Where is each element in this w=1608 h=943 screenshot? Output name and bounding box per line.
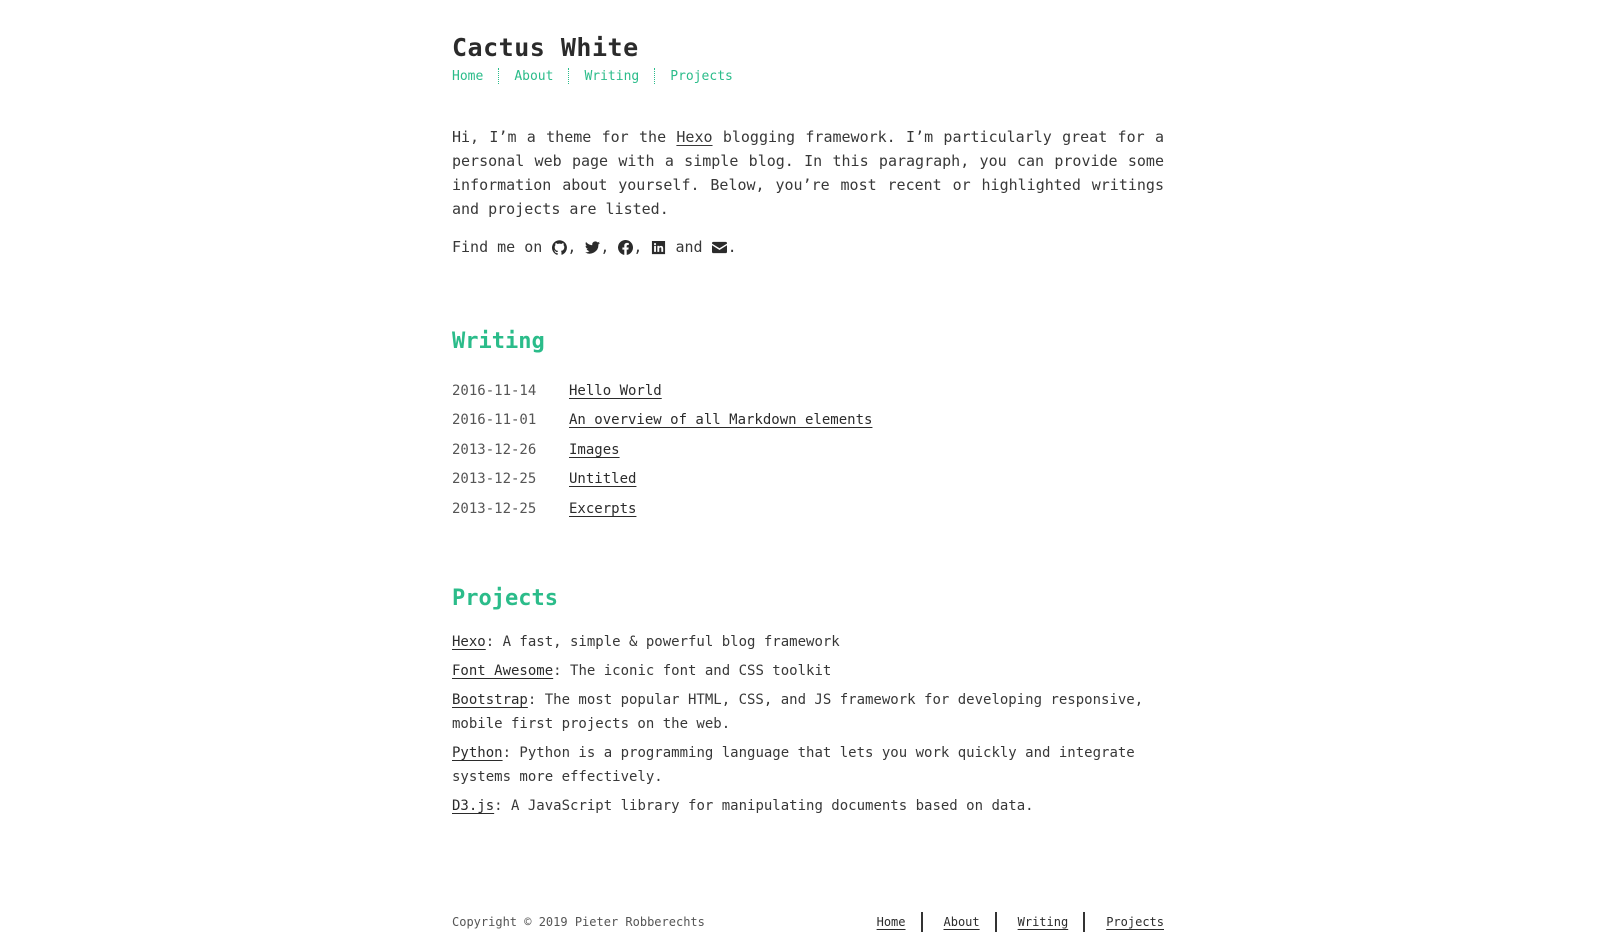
- copyright-text: Copyright © 2019 Pieter Robberechts: [452, 915, 705, 929]
- envelope-icon[interactable]: [712, 239, 728, 255]
- post-item: 2016-11-01 An overview of all Markdown e…: [452, 406, 1164, 436]
- intro-paragraph: Hi, I’m a theme for the Hexo blogging fr…: [452, 125, 1164, 221]
- post-date: 2013-12-26: [452, 441, 537, 458]
- site-footer: Copyright © 2019 Pieter Robberechts Home…: [452, 912, 1164, 932]
- footer-nav-home[interactable]: Home: [877, 915, 906, 929]
- projects-heading: Projects: [452, 585, 558, 611]
- project-link[interactable]: Python: [452, 745, 503, 761]
- post-item: 2013-12-25 Excerpts: [452, 494, 1164, 524]
- post-list: 2016-11-14 Hello World 2016-11-01 An ove…: [452, 376, 1164, 524]
- nav-about[interactable]: About: [514, 69, 553, 84]
- post-title-link[interactable]: Untitled: [569, 471, 636, 487]
- footer-nav: Home About Writing Projects: [877, 912, 1164, 932]
- intro-text-before: Hi, I’m a theme for the: [452, 128, 677, 146]
- footer-nav-projects[interactable]: Projects: [1106, 915, 1164, 929]
- footer-nav-writing[interactable]: Writing: [1018, 915, 1069, 929]
- post-date: 2013-12-25: [452, 500, 537, 517]
- post-title-link[interactable]: Excerpts: [569, 501, 636, 517]
- project-item: Font Awesome: The iconic font and CSS to…: [452, 659, 1164, 683]
- twitter-icon[interactable]: [584, 239, 600, 255]
- footer-nav-divider: [1083, 912, 1086, 932]
- separator-comma: ,: [633, 238, 643, 256]
- post-date: 2013-12-25: [452, 471, 537, 488]
- project-item: D3.js: A JavaScript library for manipula…: [452, 794, 1164, 818]
- project-description: : Python is a programming language that …: [452, 744, 1135, 785]
- and-label: and: [666, 238, 712, 256]
- nav-projects[interactable]: Projects: [670, 69, 733, 84]
- post-item: 2013-12-26 Images: [452, 435, 1164, 465]
- post-title-link[interactable]: Hello World: [569, 383, 662, 399]
- separator-comma: ,: [600, 238, 610, 256]
- site-title[interactable]: Cactus White: [452, 31, 1164, 65]
- post-item: 2013-12-25 Untitled: [452, 465, 1164, 495]
- facebook-icon[interactable]: [617, 239, 633, 255]
- separator-comma: ,: [567, 238, 577, 256]
- project-description: : A fast, simple & powerful blog framewo…: [485, 633, 840, 650]
- top-nav: Home About Writing Projects: [452, 66, 1164, 86]
- project-item: Python: Python is a programming language…: [452, 741, 1164, 789]
- projects-section: Projects Hexo: A fast, simple & powerful…: [452, 584, 1164, 818]
- nav-divider: [498, 68, 500, 84]
- page-container: Cactus White Home About Writing Projects…: [452, 0, 1164, 823]
- project-description: : The most popular HTML, CSS, and JS fra…: [452, 691, 1144, 732]
- site-header: Cactus White Home About Writing Projects: [452, 0, 1164, 86]
- project-description: : The iconic font and CSS toolkit: [553, 662, 832, 679]
- nav-home[interactable]: Home: [452, 69, 483, 84]
- intro-section: Hi, I’m a theme for the Hexo blogging fr…: [452, 125, 1164, 259]
- project-list: Hexo: A fast, simple & powerful blog fra…: [452, 630, 1164, 818]
- footer-nav-divider: [920, 912, 923, 932]
- social-links: Find me on , , , and .: [452, 235, 1164, 259]
- intro-hexo-link[interactable]: Hexo: [676, 128, 712, 146]
- project-description: : A JavaScript library for manipulating …: [494, 797, 1034, 814]
- nav-writing[interactable]: Writing: [584, 69, 639, 84]
- project-link[interactable]: Font Awesome: [452, 663, 553, 679]
- post-item: 2016-11-14 Hello World: [452, 376, 1164, 406]
- project-link[interactable]: D3.js: [452, 798, 494, 814]
- project-link[interactable]: Bootstrap: [452, 692, 528, 708]
- github-icon[interactable]: [551, 239, 567, 255]
- nav-divider: [568, 68, 570, 84]
- nav-divider: [654, 68, 656, 84]
- project-item: Hexo: A fast, simple & powerful blog fra…: [452, 630, 1164, 654]
- linkedin-icon[interactable]: [650, 239, 666, 255]
- post-date: 2016-11-14: [452, 382, 537, 399]
- post-title-link[interactable]: An overview of all Markdown elements: [569, 412, 872, 428]
- project-item: Bootstrap: The most popular HTML, CSS, a…: [452, 688, 1164, 736]
- post-title-link[interactable]: Images: [569, 442, 620, 458]
- footer-nav-about[interactable]: About: [944, 915, 980, 929]
- writing-section: Writing 2016-11-14 Hello World 2016-11-0…: [452, 327, 1164, 524]
- period: .: [727, 238, 737, 256]
- find-me-label: Find me on: [452, 238, 552, 256]
- project-link[interactable]: Hexo: [452, 634, 486, 650]
- post-date: 2016-11-01: [452, 412, 537, 429]
- writing-heading: Writing: [452, 329, 545, 354]
- footer-nav-divider: [994, 912, 997, 932]
